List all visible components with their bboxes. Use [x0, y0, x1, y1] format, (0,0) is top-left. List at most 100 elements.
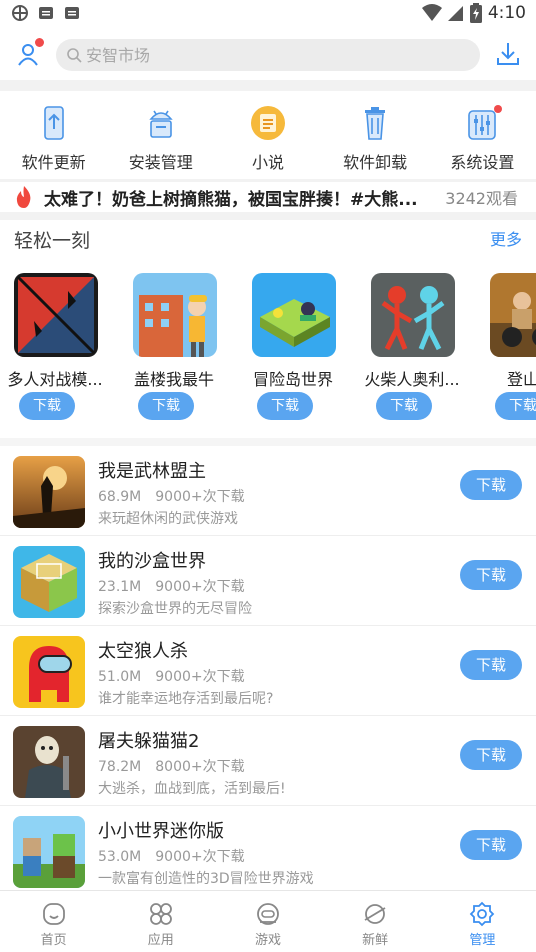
tab-label: 应用 [147, 933, 174, 948]
featured-card[interactable]: 火柴人奥利... 下载 [357, 256, 467, 436]
section-title: 轻松一刻 [14, 230, 91, 252]
tool-uninstall[interactable]: 软件卸载 [322, 91, 429, 179]
app-downloads: 9000+次下载 [155, 489, 245, 505]
apps-icon [149, 903, 172, 925]
app-icon [14, 273, 98, 357]
app-downloads: 8000+次下载 [155, 759, 245, 775]
tool-label: 小说 [251, 153, 284, 172]
divider [0, 438, 536, 446]
download-button[interactable]: 下载 [19, 392, 75, 420]
list-item[interactable]: 屠夫躲猫猫2 78.2M 8000+次下载 大逃杀，血战到底，活到最后! 下载 [0, 716, 536, 806]
app-icon [490, 273, 536, 357]
app-downloads: 9000+次下载 [155, 669, 245, 685]
message-icon [39, 7, 53, 19]
news-views: 3242观看 [445, 189, 518, 208]
featured-name: 盖楼我最牛 [133, 370, 214, 389]
tool-label: 软件更新 [21, 153, 86, 172]
tool-label: 安装管理 [128, 153, 193, 172]
tool-system-settings[interactable]: 系统设置 [429, 91, 536, 179]
app-icon [133, 273, 217, 357]
tool-software-update[interactable]: 软件更新 [0, 91, 107, 179]
tab-label: 游戏 [254, 933, 281, 948]
app-size: 78.2M [98, 759, 142, 775]
tab-label: 首页 [40, 933, 67, 948]
featured-card[interactable]: 盖楼我最牛 下载 [119, 256, 229, 436]
app-title: 我是武林盟主 [98, 461, 206, 482]
divider [0, 212, 536, 220]
tab-fresh[interactable]: 新鲜 [322, 891, 429, 952]
app-meta: 68.9M 9000+次下载 [98, 486, 245, 506]
planet-icon [364, 904, 386, 924]
app-description: 探索沙盒世界的无尽冒险 [98, 601, 252, 617]
tool-novel[interactable]: 小说 [214, 91, 321, 179]
tool-install-manager[interactable]: 安装管理 [107, 91, 214, 179]
list-item[interactable]: 小小世界迷你版 53.0M 9000+次下载 一款富有创造性的3D冒险世界游戏 下… [0, 806, 536, 896]
app-description: 来玩超休闲的武侠游戏 [98, 511, 238, 527]
app-title: 屠夫躲猫猫2 [98, 731, 200, 752]
app-size: 53.0M [98, 849, 142, 865]
list-item[interactable]: 我是武林盟主 68.9M 9000+次下载 来玩超休闲的武侠游戏 下载 [0, 446, 536, 536]
app-description: 大逃杀，血战到底，活到最后! [98, 781, 286, 797]
featured-name: 登山越 [506, 370, 536, 389]
download-button[interactable]: 下载 [495, 392, 536, 420]
download-button[interactable]: 下载 [460, 560, 522, 590]
download-button[interactable]: 下载 [460, 650, 522, 680]
featured-card[interactable]: 登山越 下载 [476, 256, 536, 436]
list-item[interactable]: 我的沙盒世界 23.1M 9000+次下载 探索沙盒世界的无尽冒险 下载 [0, 536, 536, 626]
app-icon [252, 273, 336, 357]
featured-carousel[interactable]: 多人对战模... 下载 盖楼我最牛 下载 冒险岛世界 下载 火柴人奥利... 下… [0, 256, 536, 436]
tab-manage[interactable]: 管理 [429, 891, 536, 952]
signal-icon [447, 6, 463, 21]
news-ticker[interactable]: 太难了！奶爸上树摘熊猫，被国宝胖揍！#大熊... 3242观看 [0, 182, 536, 212]
search-icon [67, 48, 82, 63]
app-description: 一款富有创造性的3D冒险世界游戏 [98, 871, 314, 887]
featured-card[interactable]: 冒险岛世界 下载 [238, 256, 348, 436]
home-icon [42, 903, 65, 925]
featured-name: 火柴人奥利... [364, 370, 460, 389]
tab-label: 管理 [469, 933, 496, 948]
featured-card[interactable]: 多人对战模... 下载 [0, 256, 110, 436]
android-icon [149, 110, 173, 138]
novel-icon [250, 106, 285, 140]
search-bar[interactable] [56, 39, 480, 71]
list-item[interactable]: 太空狼人杀 51.0M 9000+次下载 谁才能幸运地存活到最后呢? 下载 [0, 626, 536, 716]
clock: 4:10 [487, 3, 526, 23]
download-button[interactable]: 下载 [138, 392, 194, 420]
app-title: 我的沙盒世界 [98, 551, 206, 572]
app-size: 68.9M [98, 489, 142, 505]
download-button[interactable]: 下载 [460, 740, 522, 770]
phone-update-icon [43, 106, 64, 140]
trash-icon [365, 107, 386, 140]
app-meta: 51.0M 9000+次下载 [98, 666, 245, 686]
search-input[interactable] [86, 45, 466, 65]
download-manager-button[interactable] [496, 41, 520, 67]
app-downloads: 9000+次下载 [155, 849, 245, 865]
app-meta: 78.2M 8000+次下载 [98, 756, 245, 776]
app-meta: 53.0M 9000+次下载 [98, 846, 245, 866]
download-icon [497, 43, 519, 65]
featured-name: 冒险岛世界 [252, 370, 333, 389]
notification-badge [494, 105, 503, 113]
app-icon [13, 726, 85, 798]
tab-label: 新鲜 [362, 933, 389, 948]
game-icon [257, 903, 279, 925]
download-button[interactable]: 下载 [460, 830, 522, 860]
tab-games[interactable]: 游戏 [214, 891, 321, 952]
tab-apps[interactable]: 应用 [107, 891, 214, 952]
bottom-tab-bar: 首页 应用 游戏 新鲜 管理 [0, 890, 536, 952]
section-header: 轻松一刻 更多 [0, 220, 536, 256]
app-icon [13, 636, 85, 708]
tool-label: 软件卸载 [343, 153, 408, 172]
download-button[interactable]: 下载 [460, 470, 522, 500]
app-icon [13, 456, 85, 528]
fire-icon [16, 186, 31, 208]
app-size: 23.1M [98, 579, 142, 595]
app-meta: 23.1M 9000+次下载 [98, 576, 245, 596]
download-button[interactable]: 下载 [257, 392, 313, 420]
app-size: 51.0M [98, 669, 142, 685]
app-downloads: 9000+次下载 [155, 579, 245, 595]
tab-home[interactable]: 首页 [0, 891, 107, 952]
more-link[interactable]: 更多 [490, 226, 522, 250]
user-button[interactable] [14, 38, 44, 68]
download-button[interactable]: 下载 [376, 392, 432, 420]
